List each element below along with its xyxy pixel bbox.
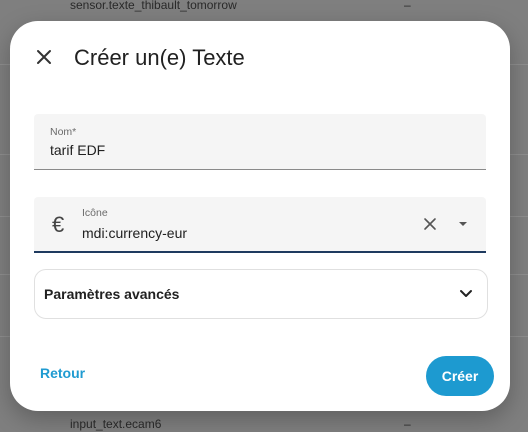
- dialog-title: Créer un(e) Texte: [74, 45, 245, 70]
- name-input[interactable]: tarif EDF: [50, 142, 105, 158]
- create-text-dialog: Créer un(e) Texte Nom* tarif EDF € Icône…: [10, 21, 510, 411]
- list-item-value: –: [404, 417, 411, 431]
- back-button[interactable]: Retour: [40, 365, 85, 381]
- dropdown-button[interactable]: [454, 215, 472, 233]
- close-button[interactable]: [32, 45, 56, 69]
- advanced-settings-label: Paramètres avancés: [44, 286, 180, 302]
- icon-picker-field[interactable]: € Icône mdi:currency-eur: [34, 197, 486, 253]
- list-item-entity: input_text.ecam6: [70, 417, 162, 431]
- name-field[interactable]: Nom* tarif EDF: [34, 114, 486, 170]
- dialog-header: Créer un(e) Texte: [10, 21, 510, 93]
- clear-button[interactable]: [421, 215, 439, 233]
- clear-icon: [424, 218, 436, 230]
- name-field-label: Nom*: [50, 126, 77, 138]
- currency-eur-icon: €: [52, 212, 65, 237]
- caret-down-icon: [459, 222, 467, 226]
- advanced-settings-expander[interactable]: Paramètres avancés: [34, 269, 488, 319]
- create-button[interactable]: Créer: [426, 356, 494, 396]
- icon-input[interactable]: mdi:currency-eur: [82, 225, 187, 241]
- list-item-entity: sensor.texte_thibault_tomorrow: [70, 0, 237, 12]
- close-icon: [37, 50, 51, 64]
- chevron-down-icon: [457, 285, 475, 303]
- icon-field-label: Icône: [82, 207, 108, 219]
- list-item-value: –: [404, 0, 411, 12]
